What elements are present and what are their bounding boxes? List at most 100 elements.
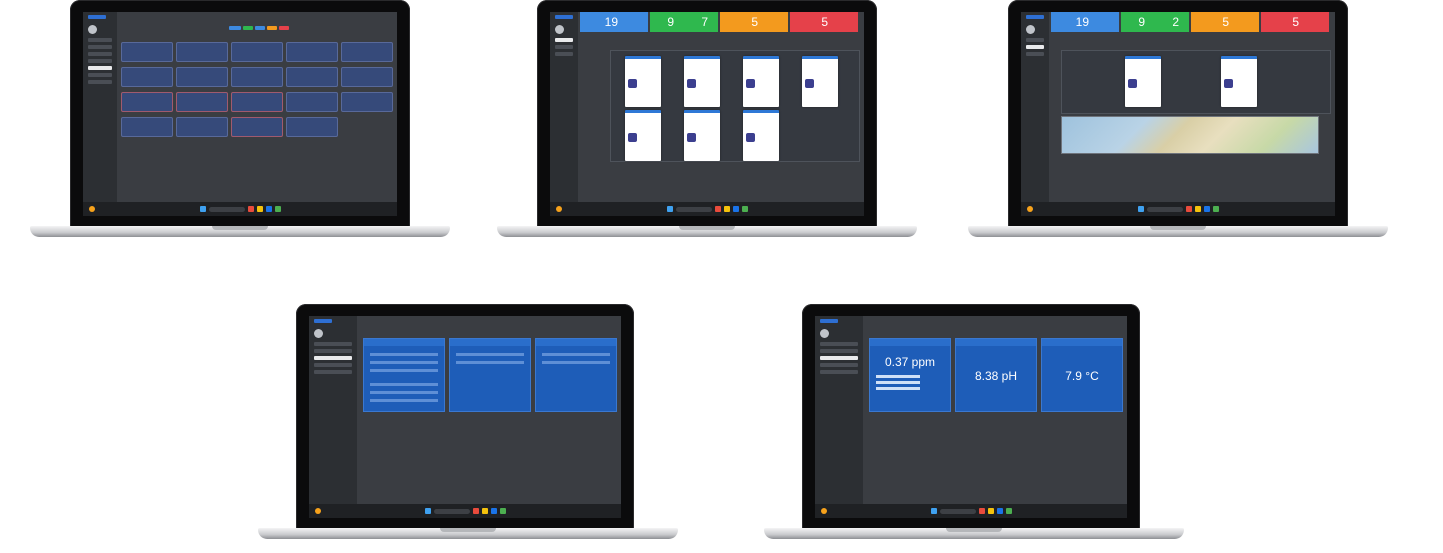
stat-card-warning[interactable]: 5: [720, 12, 788, 32]
sidebar-item-active[interactable]: [820, 356, 858, 360]
reading-panel-temperature[interactable]: 7.9 °C: [1041, 338, 1123, 412]
sidebar-item-active[interactable]: [555, 38, 573, 42]
device-tile[interactable]: [231, 117, 283, 137]
taskbar-app-icon[interactable]: [472, 508, 479, 514]
taskbar-app-icon[interactable]: [274, 206, 281, 212]
filter-chip-red[interactable]: [279, 26, 289, 30]
device-tile[interactable]: [176, 92, 228, 112]
windows-start-icon[interactable]: [424, 508, 431, 514]
device-tile[interactable]: [121, 42, 173, 62]
filter-chip-blue-2[interactable]: [255, 26, 265, 30]
sidebar-item[interactable]: [1026, 38, 1044, 42]
form-field[interactable]: [370, 391, 438, 394]
sidebar-item-active[interactable]: [314, 356, 352, 360]
device-tile[interactable]: [231, 42, 283, 62]
form-field[interactable]: [370, 369, 438, 372]
device-card[interactable]: [625, 56, 661, 107]
windows-start-icon[interactable]: [1137, 206, 1144, 212]
device-tile[interactable]: [176, 42, 228, 62]
sidebar-item[interactable]: [820, 342, 858, 346]
stat-card-total[interactable]: 19: [580, 12, 648, 32]
device-card[interactable]: [802, 56, 838, 107]
filter-chip-orange[interactable]: [267, 26, 277, 30]
search-icon[interactable]: [939, 508, 976, 514]
device-tile[interactable]: [121, 67, 173, 87]
sidebar-item[interactable]: [555, 45, 573, 49]
form-field[interactable]: [456, 353, 524, 356]
stat-card-online[interactable]: 92: [1121, 12, 1189, 32]
form-field[interactable]: [542, 353, 610, 356]
filter-chip-blue[interactable]: [229, 26, 241, 30]
device-card[interactable]: [684, 110, 720, 161]
device-tile[interactable]: [121, 92, 173, 112]
sidebar-item[interactable]: [820, 363, 858, 367]
sidebar-item[interactable]: [88, 45, 112, 49]
device-card[interactable]: [743, 110, 779, 161]
sidebar-item[interactable]: [314, 363, 352, 367]
device-card[interactable]: [625, 110, 661, 161]
search-icon[interactable]: [433, 508, 470, 514]
sidebar-item[interactable]: [314, 370, 352, 374]
sidebar-item[interactable]: [314, 342, 352, 346]
stat-card-alarm[interactable]: 5: [1261, 12, 1329, 32]
taskbar-app-icon[interactable]: [1203, 206, 1210, 212]
taskbar-app-icon[interactable]: [1005, 508, 1012, 514]
device-tile[interactable]: [286, 42, 338, 62]
sidebar-item[interactable]: [88, 52, 112, 56]
filter-chip-green[interactable]: [243, 26, 253, 30]
taskbar-app-icon[interactable]: [256, 206, 263, 212]
search-icon[interactable]: [675, 206, 712, 212]
device-tile[interactable]: [286, 92, 338, 112]
device-tile[interactable]: [231, 67, 283, 87]
form-field[interactable]: [370, 361, 438, 364]
device-tile[interactable]: [176, 67, 228, 87]
search-icon[interactable]: [208, 206, 245, 212]
stat-card-alarm[interactable]: 5: [790, 12, 858, 32]
search-icon[interactable]: [1146, 206, 1183, 212]
taskbar-app-icon[interactable]: [1212, 206, 1219, 212]
form-field[interactable]: [542, 361, 610, 364]
taskbar-app-icon[interactable]: [247, 206, 254, 212]
device-card[interactable]: [1221, 56, 1257, 107]
sidebar-item-active[interactable]: [88, 66, 112, 70]
device-card[interactable]: [684, 56, 720, 107]
taskbar-app-icon[interactable]: [741, 206, 748, 212]
taskbar-app-icon[interactable]: [499, 508, 506, 514]
sidebar-item[interactable]: [314, 349, 352, 353]
sidebar-item-active[interactable]: [1026, 45, 1044, 49]
taskbar-app-icon[interactable]: [265, 206, 272, 212]
form-field[interactable]: [456, 361, 524, 364]
taskbar-app-icon[interactable]: [1194, 206, 1201, 212]
sidebar-item[interactable]: [820, 370, 858, 374]
stat-card-total[interactable]: 19: [1051, 12, 1119, 32]
reading-panel-ph[interactable]: 8.38 pH: [955, 338, 1037, 412]
device-card[interactable]: [1125, 56, 1161, 107]
taskbar-app-icon[interactable]: [978, 508, 985, 514]
windows-start-icon[interactable]: [199, 206, 206, 212]
taskbar-app-icon[interactable]: [996, 508, 1003, 514]
sidebar-item[interactable]: [555, 52, 573, 56]
device-tile[interactable]: [341, 42, 393, 62]
device-card[interactable]: [743, 56, 779, 107]
taskbar-app-icon[interactable]: [490, 508, 497, 514]
form-field[interactable]: [370, 399, 438, 402]
stat-card-warning[interactable]: 5: [1191, 12, 1259, 32]
device-tile[interactable]: [231, 92, 283, 112]
location-map[interactable]: [1061, 116, 1319, 154]
taskbar-app-icon[interactable]: [723, 206, 730, 212]
form-field[interactable]: [370, 353, 438, 356]
windows-start-icon[interactable]: [930, 508, 937, 514]
sidebar-item[interactable]: [88, 38, 112, 42]
device-tile[interactable]: [341, 67, 393, 87]
sidebar-item[interactable]: [1026, 52, 1044, 56]
device-tile[interactable]: [176, 117, 228, 137]
sidebar-item[interactable]: [88, 80, 112, 84]
taskbar-app-icon[interactable]: [481, 508, 488, 514]
device-tile[interactable]: [286, 67, 338, 87]
stat-card-online[interactable]: 97: [650, 12, 718, 32]
device-tile[interactable]: [341, 92, 393, 112]
sidebar-item[interactable]: [88, 59, 112, 63]
sidebar-item[interactable]: [820, 349, 858, 353]
windows-start-icon[interactable]: [666, 206, 673, 212]
taskbar-app-icon[interactable]: [732, 206, 739, 212]
